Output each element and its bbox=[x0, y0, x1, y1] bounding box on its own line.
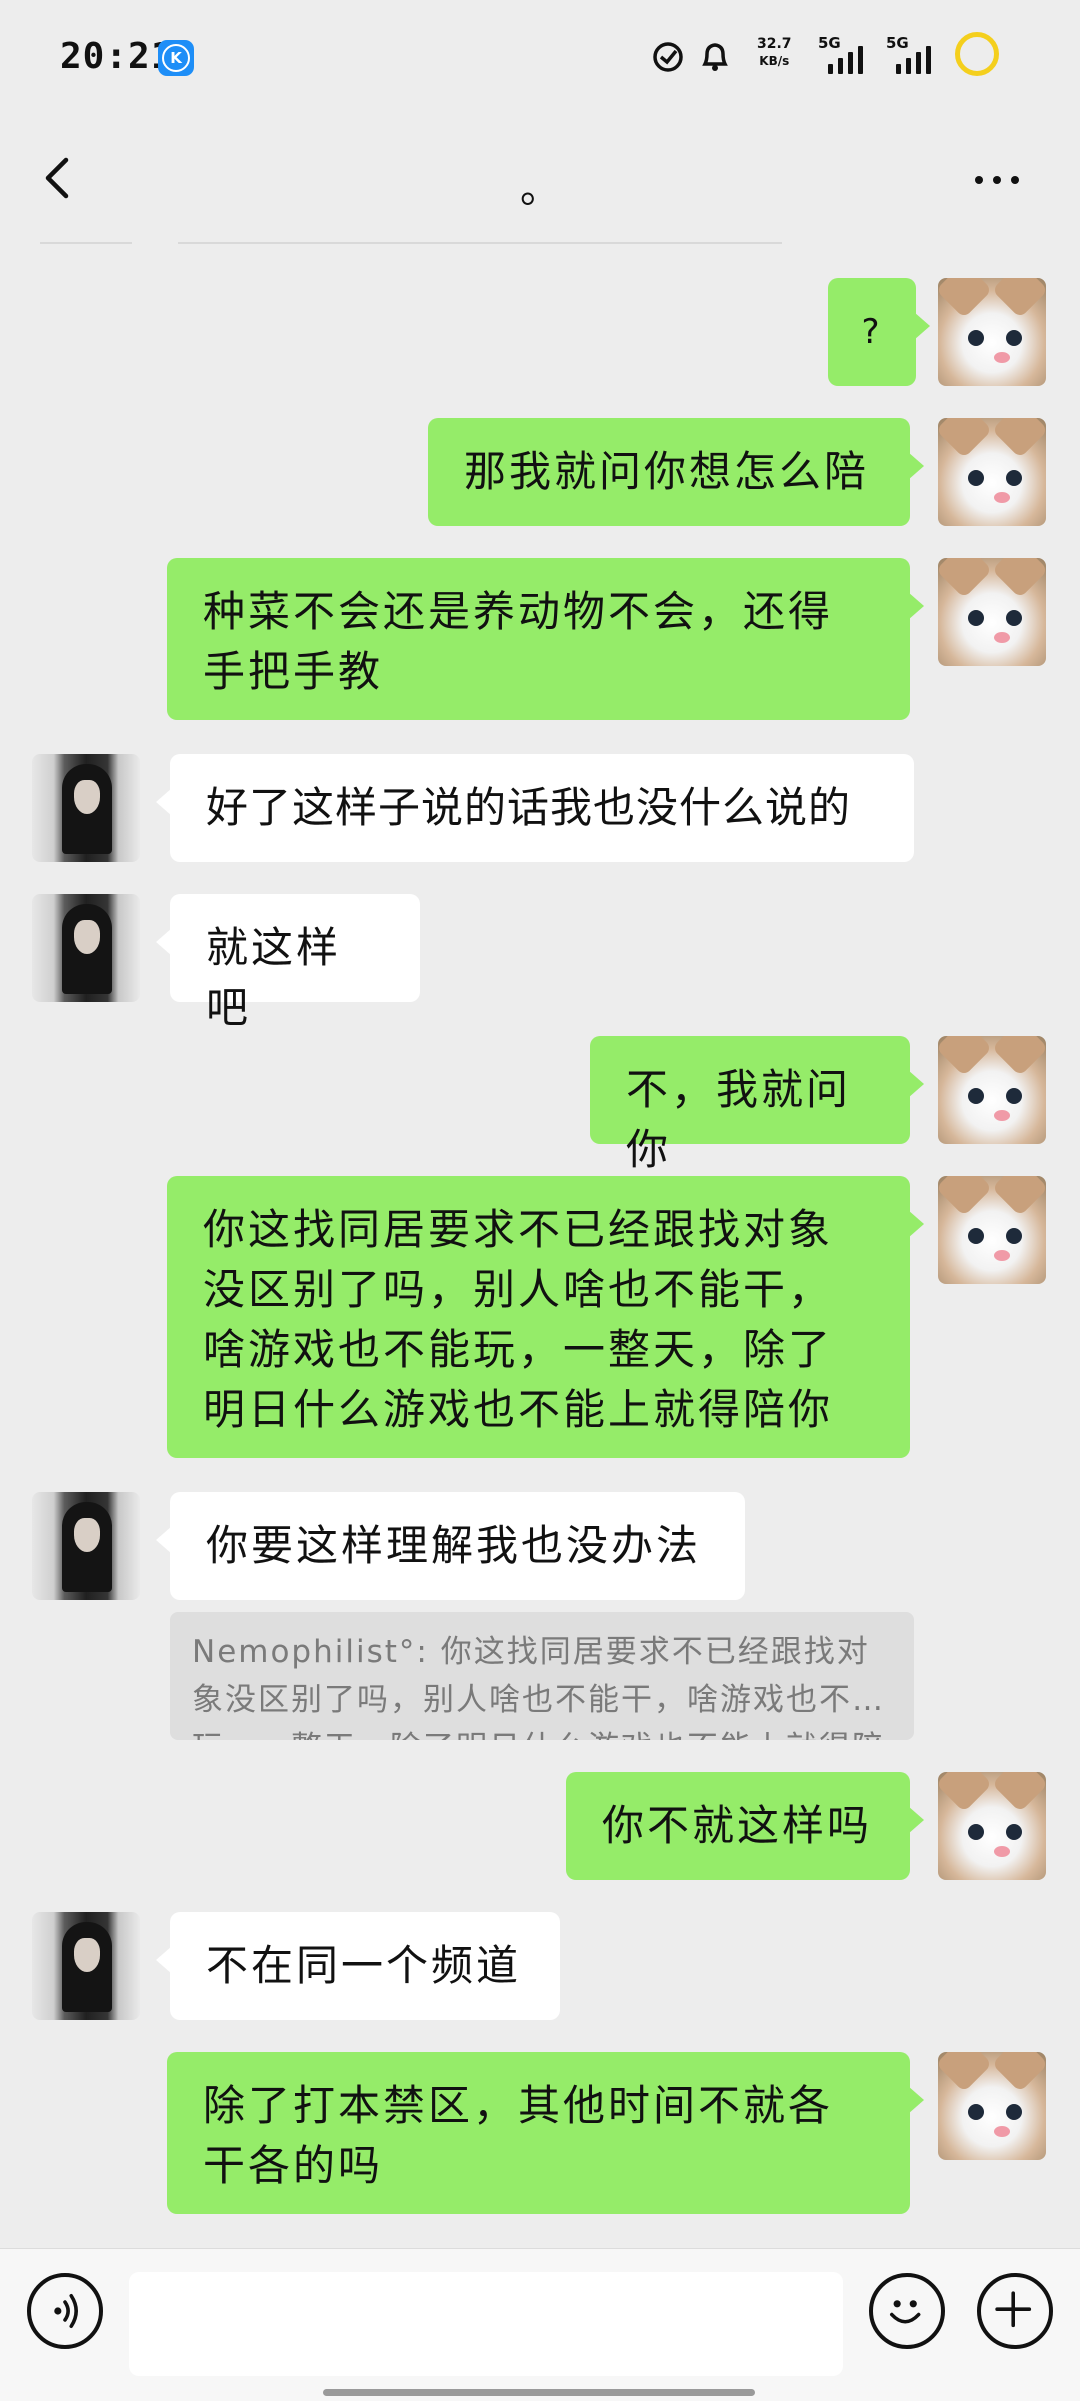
divider bbox=[40, 242, 132, 244]
message-bubble[interactable]: 你不就这样吗 bbox=[566, 1772, 924, 1880]
input-bar bbox=[0, 2248, 1080, 2401]
more-options-icon[interactable] bbox=[975, 168, 1035, 192]
chat-title: 。 bbox=[520, 166, 560, 212]
message-bubble[interactable]: 不，我就问你 bbox=[590, 1036, 924, 1174]
self-avatar[interactable] bbox=[938, 558, 1046, 666]
app-badge-icon: K bbox=[158, 40, 194, 76]
emoji-icon[interactable] bbox=[869, 2273, 945, 2349]
message-bubble[interactable]: 好了这样子说的话我也没什么说的 bbox=[156, 754, 914, 862]
quoted-message[interactable]: Nemophilist°: 你这找同居要求不已经跟找对象没区别了吗，别人啥也不能… bbox=[170, 1612, 914, 1740]
contact-avatar[interactable] bbox=[32, 1492, 140, 1600]
alarm-timer-icon bbox=[653, 42, 683, 72]
chat-header: 。 bbox=[0, 118, 1080, 242]
message-list[interactable]: ? 那我就问你想怎么陪 种菜不会还是养动物不会，还得手把手教 好了这样子说的话我… bbox=[0, 242, 1080, 2248]
network-speed: 32.7 KB/s bbox=[757, 36, 792, 70]
sim1-signal-icon: 5G bbox=[818, 34, 876, 78]
notification-bell-icon bbox=[702, 43, 728, 71]
self-avatar[interactable] bbox=[938, 278, 1046, 386]
battery-icon bbox=[955, 32, 999, 76]
message-bubble[interactable]: 除了打本禁区，其他时间不就各干各的吗 bbox=[167, 2052, 924, 2214]
self-avatar[interactable] bbox=[938, 1772, 1046, 1880]
status-time: 20:21 bbox=[60, 36, 174, 77]
network-speed-value: 32.7 bbox=[757, 36, 792, 52]
contact-avatar[interactable] bbox=[32, 894, 140, 1002]
contact-avatar[interactable] bbox=[32, 1912, 140, 2020]
message-bubble[interactable]: 那我就问你想怎么陪 bbox=[428, 418, 924, 526]
message-bubble[interactable]: 不在同一个频道 bbox=[156, 1912, 560, 2020]
message-input[interactable] bbox=[129, 2272, 843, 2376]
self-avatar[interactable] bbox=[938, 418, 1046, 526]
plus-icon[interactable] bbox=[977, 2273, 1053, 2349]
network-speed-unit: KB/s bbox=[759, 54, 790, 68]
message-bubble[interactable]: 你这找同居要求不已经跟找对象没区别了吗，别人啥也不能干，啥游戏也不能玩，一整天，… bbox=[167, 1176, 924, 1458]
self-avatar[interactable] bbox=[938, 2052, 1046, 2160]
message-bubble[interactable]: ? bbox=[828, 278, 930, 386]
self-avatar[interactable] bbox=[938, 1036, 1046, 1144]
contact-avatar[interactable] bbox=[32, 754, 140, 862]
app-badge-letter: K bbox=[162, 44, 190, 72]
voice-icon[interactable] bbox=[27, 2273, 103, 2349]
status-bar: 20:21 K 32.7 KB/s 5G 5G bbox=[0, 0, 1080, 118]
home-indicator[interactable] bbox=[323, 2389, 755, 2396]
self-avatar[interactable] bbox=[938, 1176, 1046, 1284]
message-bubble[interactable]: 就这样吧 bbox=[156, 894, 420, 1032]
sim2-signal-icon: 5G bbox=[886, 34, 944, 78]
message-bubble[interactable]: 种菜不会还是养动物不会，还得手把手教 bbox=[167, 558, 924, 720]
divider bbox=[178, 242, 782, 244]
message-bubble[interactable]: 你要这样理解我也没办法 bbox=[156, 1492, 745, 1600]
